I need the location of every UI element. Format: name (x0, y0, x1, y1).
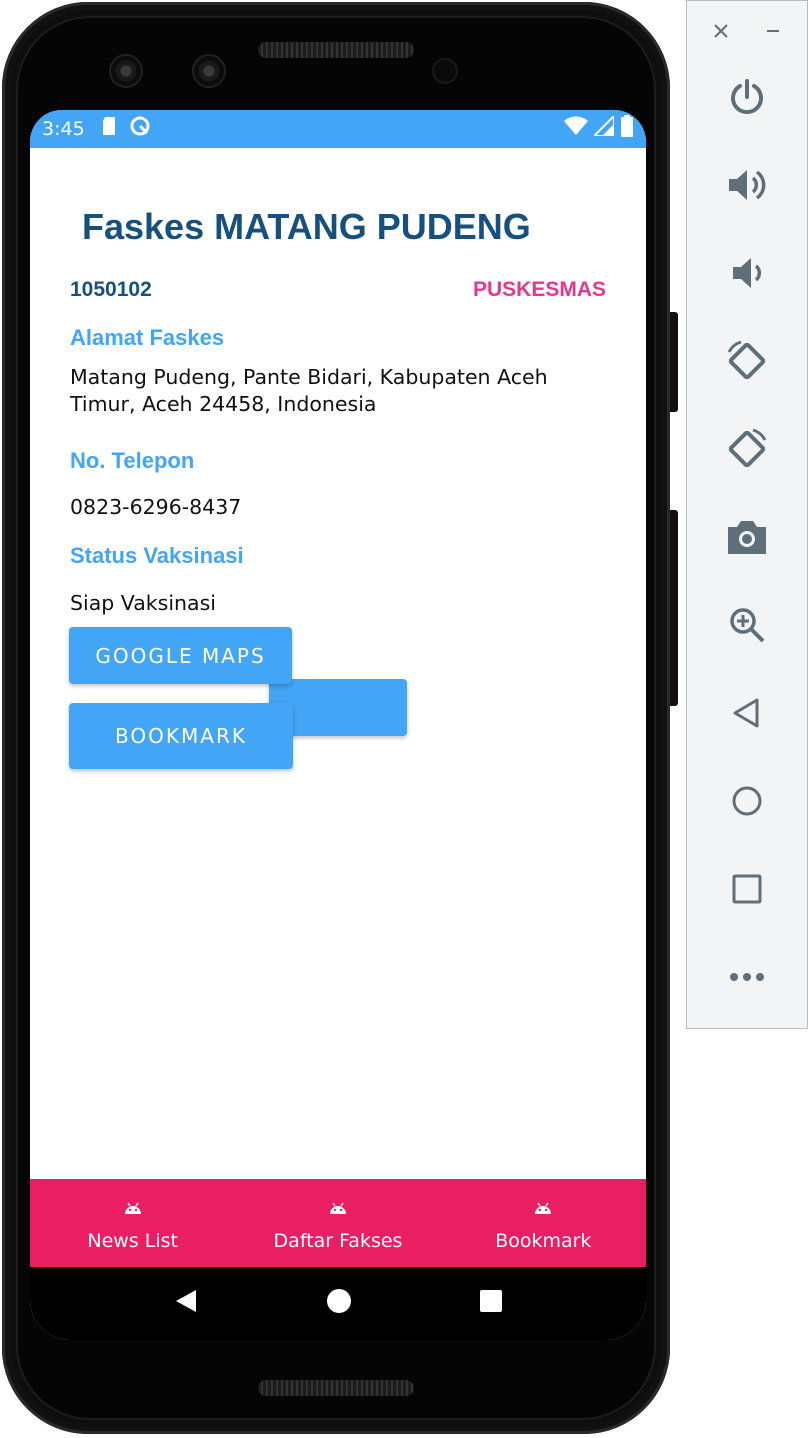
bookmark-button[interactable]: BOOKMARK (69, 703, 293, 769)
nav-label: News List (87, 1230, 178, 1252)
rotate-left-icon[interactable] (717, 331, 777, 391)
sd-card-icon (101, 116, 117, 142)
overview-icon[interactable] (479, 1289, 503, 1318)
volume-down-icon[interactable] (717, 243, 777, 303)
back-icon[interactable] (173, 1288, 199, 1319)
google-maps-button[interactable]: GOOGLE MAPS (69, 627, 292, 684)
home-icon[interactable] (717, 771, 777, 831)
nav-item-daftar-fakses[interactable]: Daftar Fakses (235, 1179, 440, 1267)
app-screen: 3:45 Faskes MATANG PUDENG 1050102 PUSKES… (30, 110, 646, 1340)
nav-item-news-list[interactable]: News List (30, 1179, 235, 1267)
back-icon[interactable] (717, 683, 777, 743)
facility-type-badge: PUSKESMAS (472, 278, 606, 301)
bottom-navigation: News List Daftar Fakses Bookmark (30, 1179, 646, 1267)
nav-label: Daftar Fakses (273, 1230, 403, 1252)
bottom-speaker (258, 1380, 414, 1396)
phone-value: 0823-6296-8437 (70, 495, 242, 519)
proximity-sensor (434, 60, 456, 82)
more-icon[interactable] (717, 947, 777, 1007)
address-value: Matang Pudeng, Pante Bidari, Kabupaten A… (70, 365, 548, 416)
system-navigation-bar (30, 1267, 646, 1340)
power-icon[interactable] (717, 67, 777, 127)
device-power-key (670, 312, 678, 412)
front-camera-secondary (194, 56, 224, 86)
minimize-icon[interactable] (765, 23, 781, 44)
battery-icon (620, 115, 634, 143)
zoom-icon[interactable] (717, 595, 777, 655)
overview-icon[interactable] (717, 859, 777, 919)
android-icon (328, 1201, 348, 1220)
android-icon (123, 1201, 143, 1220)
volume-up-icon[interactable] (717, 155, 777, 215)
device-volume-key (670, 510, 678, 706)
nav-item-bookmark[interactable]: Bookmark (441, 1179, 646, 1267)
earpiece-speaker (258, 42, 414, 58)
wifi-icon (564, 116, 588, 142)
address-label: Alamat Faskes (70, 325, 225, 350)
toolbar-window-controls (687, 17, 807, 47)
camera-icon[interactable] (717, 507, 777, 567)
status-time: 3:45 (42, 118, 85, 140)
front-camera (111, 56, 141, 86)
vaccine-status-value: Siap Vaksinasi (70, 591, 216, 615)
rotate-right-icon[interactable] (717, 419, 777, 479)
status-bar: 3:45 (30, 110, 646, 148)
emulator-toolbar (686, 0, 808, 1029)
nav-label: Bookmark (495, 1230, 592, 1252)
signal-icon (591, 113, 615, 142)
android-icon (533, 1201, 553, 1220)
facility-code: 1050102 (70, 278, 152, 301)
home-icon[interactable] (326, 1288, 352, 1319)
page-title: Faskes MATANG PUDENG (82, 206, 531, 247)
status-right-icons (564, 113, 634, 143)
vaccine-status-label: Status Vaksinasi (70, 543, 244, 568)
sync-icon (129, 115, 151, 143)
phone-label: No. Telepon (70, 448, 195, 473)
close-icon[interactable] (713, 23, 729, 44)
